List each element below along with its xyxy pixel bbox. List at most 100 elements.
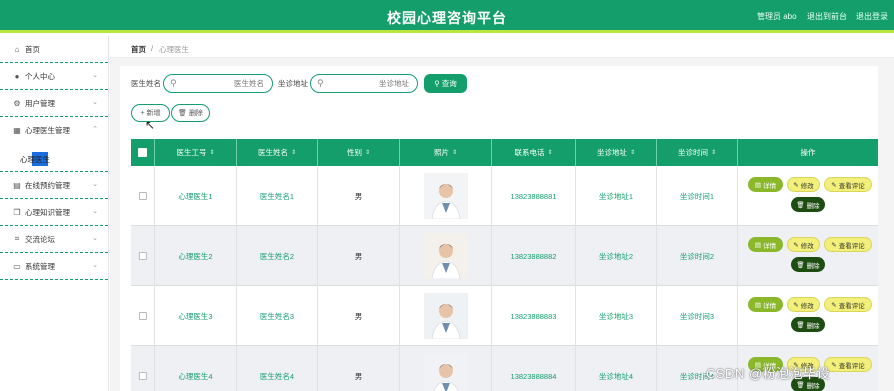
photo-cell xyxy=(400,226,492,286)
sidebar-item-users[interactable]: ⚙ 用户管理 ⌄ xyxy=(0,90,108,117)
edit-button[interactable]: ✎ 修改 xyxy=(787,297,820,312)
address-search-input[interactable] xyxy=(329,77,409,90)
view-comments-button[interactable]: ✎ 查看评论 xyxy=(824,297,872,312)
admin-label: 管理员 abo xyxy=(757,12,797,21)
cell-name: 医生姓名1 xyxy=(237,166,318,226)
plus-icon: + xyxy=(140,109,145,117)
table-row: 心理医生3 医生姓名3 男 13823888883 坐诊地址3 坐诊时间3 ▤ 详情 ✎ 修改 ✎ 查… xyxy=(131,286,878,346)
sort-icon: ⇕ xyxy=(209,150,215,156)
delete-button[interactable]: 🗑 删除 xyxy=(791,257,825,272)
content-panel: 医生姓名 ⚲ 坐诊地址 ⚲ ⚲ 查询 + 新增 🗑 删除 ↖ xyxy=(120,66,878,391)
delete-button[interactable]: 🗑 删除 xyxy=(791,197,825,212)
column-header[interactable]: 坐诊时间 ⇕ xyxy=(657,139,738,166)
query-button[interactable]: ⚲ 查询 xyxy=(424,74,467,93)
cell-gender: 男 xyxy=(318,226,400,286)
detail-icon: ▤ xyxy=(754,301,762,309)
trash-icon: 🗑 xyxy=(796,321,805,329)
column-header-label: 医生姓名 xyxy=(257,148,288,157)
column-header: 操作 xyxy=(738,139,878,166)
sidebar-item-label: 用户管理 xyxy=(25,98,55,108)
trash-icon: 🗑 xyxy=(796,201,805,209)
trash-icon: 🗑 xyxy=(796,261,805,269)
batch-delete-button[interactable]: 🗑 删除 xyxy=(171,104,210,122)
sidebar-item-label: 个人中心 xyxy=(25,71,55,81)
breadcrumb-home[interactable]: 首页 xyxy=(131,44,146,55)
doctor-photo xyxy=(423,173,468,219)
view-comments-button[interactable]: ✎ 查看评论 xyxy=(824,237,872,252)
sidebar-subitem-doctor[interactable]: 心理医生 xyxy=(0,144,108,172)
column-header[interactable]: 坐诊地址 ⇕ xyxy=(576,139,657,166)
search-icon: ⚲ xyxy=(317,78,324,88)
doctor-portrait-icon xyxy=(423,293,468,339)
edit-icon: ✎ xyxy=(793,241,799,249)
cell-phone: 13823888883 xyxy=(492,286,576,346)
breadcrumb-separator: / xyxy=(151,44,154,53)
sidebar-item-home[interactable]: ⌂ 首页 xyxy=(0,36,108,63)
row-checkbox-cell xyxy=(131,166,155,226)
column-header-label: 联系电话 xyxy=(514,148,545,157)
sidebar-item-profile[interactable]: ● 个人中心 ⌄ xyxy=(0,63,108,90)
sidebar-item-knowledge[interactable]: ❐ 心理知识管理 ⌄ xyxy=(0,199,108,226)
sidebar-subitem-label: 心理医生 xyxy=(20,155,50,164)
edit-button-label: 修改 xyxy=(800,242,814,250)
calendar-icon: ▤ xyxy=(13,180,21,190)
chevron-down-icon: ⌄ xyxy=(92,235,98,242)
delete-button-label: 删除 xyxy=(806,202,820,210)
breadcrumb: 首页 / 心理医生 xyxy=(110,36,894,58)
detail-button-label: 详情 xyxy=(763,182,777,190)
row-checkbox[interactable] xyxy=(138,372,147,380)
detail-button[interactable]: ▤ 详情 xyxy=(748,237,783,252)
sort-icon: ⇕ xyxy=(364,150,371,156)
sidebar-item-forum[interactable]: ⌗ 交流论坛 ⌄ xyxy=(0,226,108,253)
cell-name: 医生姓名3 xyxy=(237,286,318,346)
edit-icon: ✎ xyxy=(793,181,799,189)
logout-link[interactable]: 退出登录 xyxy=(856,11,888,22)
select-all-checkbox[interactable] xyxy=(138,148,147,157)
view-comments-button-label: 查看评论 xyxy=(838,362,865,370)
add-button-label: 新增 xyxy=(146,110,161,117)
cell-name: 医生姓名4 xyxy=(237,346,318,391)
sort-icon: ⇕ xyxy=(290,150,297,156)
photo-cell xyxy=(400,286,492,346)
column-header[interactable]: 联系电话 ⇕ xyxy=(492,139,576,166)
view-comments-button-label: 查看评论 xyxy=(838,182,865,190)
delete-button[interactable]: 🗑 删除 xyxy=(791,317,825,332)
edit-button[interactable]: ✎ 修改 xyxy=(787,177,820,192)
sort-icon: ⇕ xyxy=(710,150,717,156)
batch-delete-button-label: 删除 xyxy=(188,110,203,117)
sidebar-item-appointments[interactable]: ▤ 在线预约管理 ⌄ xyxy=(0,172,108,199)
sidebar-item-system[interactable]: ▭ 系统管理 ⌄ xyxy=(0,253,108,280)
row-checkbox[interactable] xyxy=(138,312,147,320)
sidebar-item-doctors[interactable]: ▦ 心理医生管理 ⌃ xyxy=(0,117,108,144)
column-header[interactable]: 医生姓名 ⇕ xyxy=(237,139,318,166)
doctor-portrait-icon xyxy=(423,233,468,279)
view-comments-button-label: 查看评论 xyxy=(838,242,865,250)
edit-icon: ✎ xyxy=(831,301,837,309)
mouse-cursor-icon: ↖ xyxy=(145,118,156,132)
search-icon: ⚲ xyxy=(170,78,177,88)
sort-icon: ⇕ xyxy=(547,150,553,156)
view-comments-button[interactable]: ✎ 查看评论 xyxy=(824,357,872,372)
sidebar-item-label: 首页 xyxy=(25,44,40,54)
search-icon: ⚲ xyxy=(434,79,440,88)
select-all-checkbox-cell[interactable] xyxy=(131,139,155,166)
row-checkbox[interactable] xyxy=(138,192,147,200)
column-header[interactable]: 照片 ⇕ xyxy=(400,139,492,166)
column-header[interactable]: 医生工号 ⇕ xyxy=(155,139,237,166)
edit-button[interactable]: ✎ 修改 xyxy=(787,237,820,252)
view-comments-button-label: 查看评论 xyxy=(838,302,865,310)
column-header[interactable]: 性别 ⇕ xyxy=(318,139,400,166)
doctor-portrait-icon xyxy=(423,173,468,219)
cell-address: 坐诊地址4 xyxy=(576,346,657,391)
name-search-input[interactable] xyxy=(182,77,264,90)
doctor-photo xyxy=(423,353,468,391)
cell-time: 坐诊时间2 xyxy=(657,226,738,286)
row-checkbox[interactable] xyxy=(138,252,147,260)
query-button-label: 查询 xyxy=(441,79,457,88)
back-to-front-link[interactable]: 退出到前台 xyxy=(807,11,847,22)
top-bar: 校园心理咨询平台 管理员 abo 退出到前台 退出登录 xyxy=(0,0,894,33)
detail-button[interactable]: ▤ 详情 xyxy=(748,297,783,312)
cell-gender: 男 xyxy=(318,346,400,391)
view-comments-button[interactable]: ✎ 查看评论 xyxy=(824,177,872,192)
detail-button[interactable]: ▤ 详情 xyxy=(748,177,783,192)
